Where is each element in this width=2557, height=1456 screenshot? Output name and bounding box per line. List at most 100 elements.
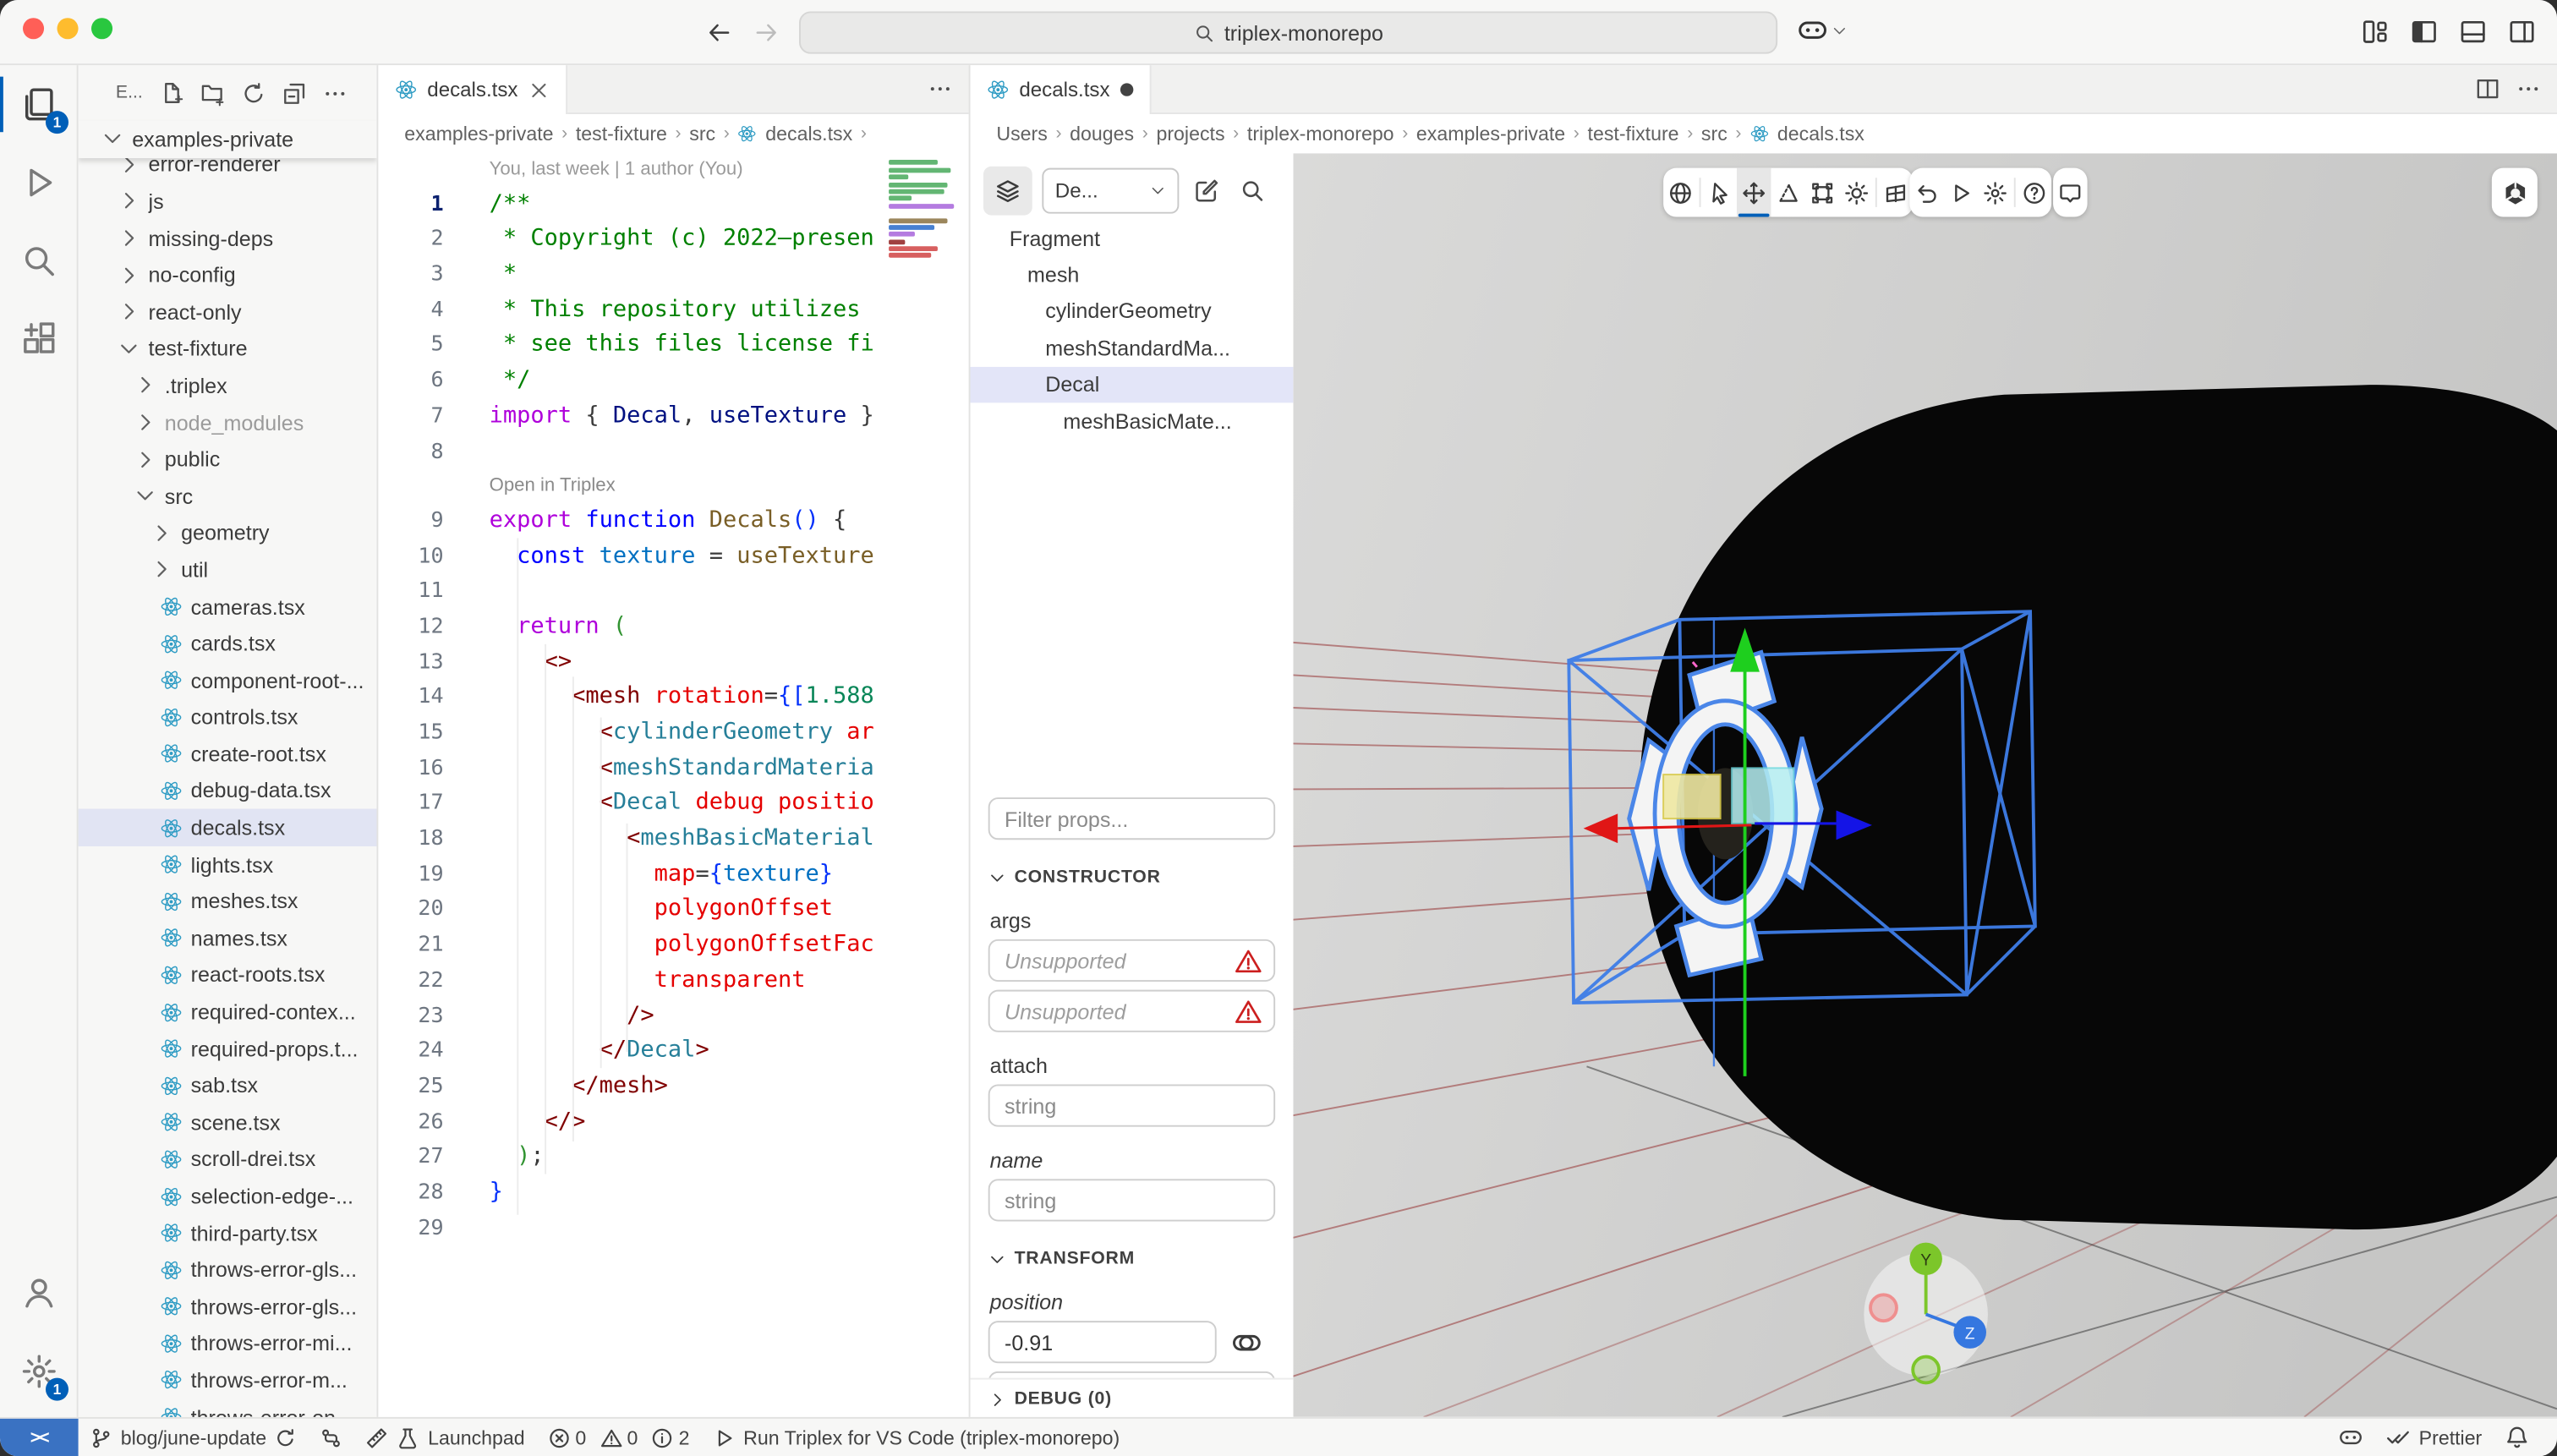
accounts-button[interactable] bbox=[0, 1254, 79, 1333]
code-line[interactable]: 28} bbox=[378, 1175, 968, 1211]
props-section-header[interactable]: CONSTRUCTOR bbox=[971, 859, 1294, 895]
breadcrumb[interactable]: examples-private›test-fixture›src›decals… bbox=[378, 114, 968, 153]
scene-tree-item[interactable]: cylinderGeometry bbox=[971, 293, 1294, 330]
refresh-icon[interactable] bbox=[240, 80, 265, 105]
tree-item[interactable]: required-props.t... bbox=[79, 1031, 377, 1068]
code-line[interactable]: 8 bbox=[378, 435, 968, 470]
tree-item[interactable]: cameras.tsx bbox=[79, 588, 377, 626]
code-line[interactable]: 23 /> bbox=[378, 999, 968, 1034]
code-line[interactable]: 19 map={texture} bbox=[378, 857, 968, 893]
breadcrumb-item[interactable]: decals.tsx bbox=[1777, 123, 1864, 145]
scene-search-button[interactable] bbox=[1235, 172, 1270, 208]
tree-item[interactable]: src bbox=[79, 478, 377, 515]
tree-item[interactable]: test-fixture bbox=[79, 331, 377, 368]
tree-item[interactable]: react-roots.tsx bbox=[79, 956, 377, 993]
code-line[interactable]: 17 <Decal debug positio bbox=[378, 786, 968, 822]
tree-item[interactable]: .triplex bbox=[79, 367, 377, 404]
tree-item[interactable]: scene.tsx bbox=[79, 1104, 377, 1141]
code-line[interactable]: 25 </mesh> bbox=[378, 1070, 968, 1105]
tree-item[interactable]: no-config bbox=[79, 257, 377, 294]
viewport-tool-comment[interactable] bbox=[2053, 168, 2088, 217]
breadcrumb-item[interactable]: decals.tsx bbox=[765, 123, 852, 145]
viewport-tool-gear[interactable] bbox=[1978, 168, 2012, 217]
scene-canvas[interactable]: Y Z bbox=[1293, 153, 2557, 1417]
copilot-menu[interactable] bbox=[1797, 14, 1848, 46]
tree-item[interactable]: js bbox=[79, 183, 377, 220]
tree-item[interactable]: decals.tsx bbox=[79, 809, 377, 846]
more-actions-icon[interactable] bbox=[322, 80, 347, 105]
gizmo-plane-xy[interactable] bbox=[1663, 775, 1721, 818]
viewport-tool-rotate[interactable] bbox=[1771, 168, 1805, 217]
toggle-primary-sidebar-icon[interactable] bbox=[2410, 18, 2438, 46]
code-line[interactable]: 9export function Decals() { bbox=[378, 504, 968, 539]
props-section-header[interactable]: DEBUG (0) bbox=[971, 1380, 1294, 1419]
code-line[interactable]: 11 bbox=[378, 574, 968, 610]
tree-item[interactable]: cards.tsx bbox=[79, 625, 377, 662]
status-item[interactable] bbox=[2328, 1418, 2375, 1456]
code-line[interactable]: 4 * This repository utilizes bbox=[378, 293, 968, 329]
tree-item[interactable]: geometry bbox=[79, 515, 377, 552]
status-item[interactable]: Run Triplex for VS Code (triplex-monorep… bbox=[701, 1418, 1131, 1456]
tree-item[interactable]: throws-error-gls... bbox=[79, 1251, 377, 1289]
activity-explorer[interactable]: 1 bbox=[0, 65, 79, 144]
status-item[interactable]: Launchpad bbox=[354, 1418, 536, 1456]
scene-viewport[interactable]: Y Z bbox=[1293, 153, 2557, 1417]
viewport-tool-cursor[interactable] bbox=[1702, 168, 1737, 217]
tree-item[interactable]: controls.tsx bbox=[79, 698, 377, 736]
minimize-window-button[interactable] bbox=[57, 18, 79, 39]
activity-search[interactable] bbox=[0, 222, 79, 300]
activity-extensions[interactable] bbox=[0, 300, 79, 379]
viewport-tool-sun[interactable] bbox=[1839, 168, 1874, 217]
scene-tree-item[interactable]: Fragment bbox=[971, 220, 1294, 256]
tree-item[interactable]: missing-deps bbox=[79, 220, 377, 257]
tree-item[interactable]: throws-error-gls... bbox=[79, 1289, 377, 1326]
tree-item[interactable]: public bbox=[79, 441, 377, 478]
breadcrumb-item[interactable]: test-fixture bbox=[576, 123, 667, 145]
code-line[interactable]: 21 polygonOffsetFac bbox=[378, 928, 968, 964]
tree-item[interactable]: node_modules bbox=[79, 404, 377, 441]
tree-item[interactable]: lights.tsx bbox=[79, 846, 377, 884]
viewport-tool-grid[interactable] bbox=[1879, 168, 1914, 217]
viewport-tool-undo[interactable] bbox=[1909, 168, 1944, 217]
unsaved-dot[interactable] bbox=[1120, 83, 1132, 96]
command-center-search[interactable]: triplex-monorepo bbox=[799, 11, 1777, 53]
code-line[interactable]: 16 <meshStandardMateria bbox=[378, 751, 968, 786]
camera-switch-button[interactable] bbox=[2492, 168, 2538, 217]
scene-tree-item[interactable]: meshStandardMa... bbox=[971, 330, 1294, 366]
prop-input[interactable]: string bbox=[988, 1085, 1275, 1127]
scene-tree-item[interactable]: mesh bbox=[971, 257, 1294, 293]
code-line[interactable]: 3 * bbox=[378, 258, 968, 293]
viewport-tool-move[interactable] bbox=[1737, 168, 1771, 217]
prop-input[interactable]: Unsupported bbox=[988, 990, 1275, 1032]
code-line[interactable]: 27 ); bbox=[378, 1141, 968, 1176]
viewport-tool-help[interactable] bbox=[2018, 168, 2052, 217]
tree-item[interactable]: debug-data.tsx bbox=[79, 773, 377, 810]
breadcrumb-item[interactable]: examples-private bbox=[404, 123, 553, 145]
status-item[interactable]: blog/june-update bbox=[79, 1418, 309, 1456]
tree-item[interactable]: scroll-drei.tsx bbox=[79, 1141, 377, 1178]
status-item[interactable] bbox=[2494, 1418, 2541, 1456]
tree-item[interactable]: sab.tsx bbox=[79, 1067, 377, 1104]
scene-tree-item[interactable]: meshBasicMate... bbox=[971, 402, 1294, 439]
tree-item[interactable]: throws-error-m... bbox=[79, 1362, 377, 1399]
minimap[interactable] bbox=[889, 158, 964, 313]
tree-root[interactable]: examples-private bbox=[79, 121, 377, 158]
editor-actions-icon[interactable] bbox=[928, 77, 952, 101]
remote-indicator[interactable]: >< bbox=[0, 1418, 79, 1456]
prop-input[interactable]: -0.91 bbox=[988, 1321, 1217, 1363]
tree-item[interactable]: throws-error-mi... bbox=[79, 1325, 377, 1362]
breadcrumb-item[interactable]: Users bbox=[996, 123, 1047, 145]
new-file-icon[interactable] bbox=[159, 80, 183, 105]
tree-item[interactable]: component-root-... bbox=[79, 662, 377, 699]
code-line[interactable]: 7import { Decal, useTexture } bbox=[378, 399, 968, 435]
filter-props-input[interactable]: Filter props... bbox=[988, 797, 1275, 840]
breadcrumb-item[interactable]: test-fixture bbox=[1588, 123, 1679, 145]
customize-layout-icon[interactable] bbox=[2362, 18, 2390, 46]
code-line[interactable]: 1/** bbox=[378, 187, 968, 222]
tree-item[interactable]: names.tsx bbox=[79, 920, 377, 957]
toggle-panel-icon[interactable] bbox=[2459, 18, 2487, 46]
code-line[interactable]: 26 </> bbox=[378, 1105, 968, 1141]
tree-item[interactable]: meshes.tsx bbox=[79, 883, 377, 920]
code-line[interactable]: 12 return ( bbox=[378, 610, 968, 645]
scene-layers-button[interactable] bbox=[983, 167, 1032, 216]
